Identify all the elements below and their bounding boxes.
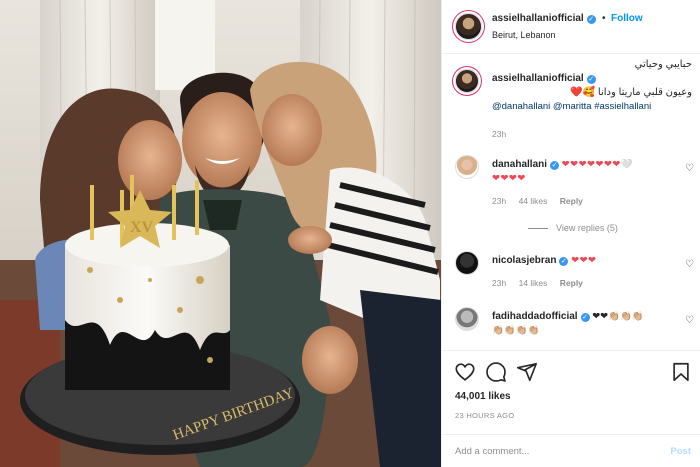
- author-avatar[interactable]: [455, 13, 482, 40]
- comment-likes[interactable]: 44 likes: [519, 196, 548, 206]
- verified-badge-icon: ✓: [559, 257, 569, 266]
- commenter-username[interactable]: fadihaddadofficial ✓: [492, 311, 590, 322]
- verified-badge-icon: ✓: [550, 161, 560, 170]
- comments-list: assielhallaniofficial ✓ حبايبي وحياتي وعي…: [442, 55, 700, 350]
- comment-text: ❤❤❤: [571, 255, 597, 266]
- caption-time[interactable]: 23h: [492, 129, 506, 139]
- post-comment-button[interactable]: Post: [670, 446, 691, 457]
- caption-username-text[interactable]: assielhallaniofficial: [492, 73, 584, 84]
- reply-button[interactable]: Reply: [560, 278, 583, 288]
- commenter-username-text[interactable]: danahallani: [492, 159, 547, 170]
- commenter-username[interactable]: nicolasjebran ✓: [492, 255, 569, 266]
- post-side-panel: assielhallaniofficial ✓ • Follow Beirut, …: [441, 0, 700, 467]
- location-link[interactable]: Beirut, Lebanon: [492, 30, 556, 40]
- add-comment-bar: Add a comment... Post: [442, 434, 700, 467]
- comment-time[interactable]: 23h: [492, 278, 506, 288]
- post-timestamp[interactable]: 23 HOURS AGO: [455, 411, 514, 420]
- commenter-username-text[interactable]: fadihaddadofficial: [492, 311, 578, 322]
- comment-meta: 23h 44 likes Reply: [492, 196, 593, 206]
- comment-text-line-2: ❤❤❤❤: [492, 173, 526, 184]
- commenter-avatar[interactable]: [455, 251, 479, 275]
- post-header: assielhallaniofficial ✓ • Follow Beirut, …: [442, 0, 700, 54]
- comment-time[interactable]: 23h: [492, 196, 506, 206]
- birthday-photo: XV HAPPY BIRTHDAY: [0, 0, 441, 467]
- likes-count[interactable]: 44,001 likes: [455, 391, 511, 402]
- post-actions: 44,001 likes 23 HOURS AGO Add a comment.…: [442, 350, 700, 467]
- view-replies-link[interactable]: View replies (5): [528, 223, 618, 233]
- post-photo[interactable]: XV HAPPY BIRTHDAY: [0, 0, 441, 467]
- instagram-post: XV HAPPY BIRTHDAY assielhallaniofficial ✓…: [0, 0, 700, 467]
- comment-likes[interactable]: 14 likes: [519, 278, 548, 288]
- commenter-avatar[interactable]: [455, 155, 479, 179]
- commenter-avatar[interactable]: [455, 307, 479, 331]
- verified-badge-icon: ✓: [580, 313, 590, 322]
- commenter-username[interactable]: danahallani ✓: [492, 159, 560, 170]
- commenter-username-text[interactable]: nicolasjebran: [492, 255, 556, 266]
- separator-dot: •: [602, 13, 606, 24]
- author-username-text[interactable]: assielhallaniofficial: [492, 13, 584, 24]
- verified-badge-icon: ✓: [586, 75, 596, 84]
- comment-text: ❤❤👏🏼👏🏼👏🏼: [592, 311, 644, 322]
- caption-meta: 23h: [492, 129, 516, 139]
- author-username[interactable]: assielhallaniofficial ✓: [492, 13, 596, 24]
- comment-text: ❤❤❤❤❤❤❤🤍: [561, 159, 634, 170]
- comment-meta: 23h 14 likes Reply: [492, 278, 593, 288]
- caption-line-2: وعيون قلبي ماريتا ودانا 🥰❤️: [570, 87, 692, 98]
- add-comment-input[interactable]: Add a comment...: [455, 446, 529, 457]
- like-comment-heart-icon[interactable]: ♡: [685, 259, 695, 270]
- comment-text-line-2: 👏🏼👏🏼👏🏼👏🏼: [492, 325, 540, 336]
- reply-button[interactable]: Reply: [560, 196, 583, 206]
- caption-avatar[interactable]: [455, 69, 479, 93]
- like-heart-icon[interactable]: [454, 361, 476, 383]
- caption-mentions[interactable]: @danahallani @maritta #assielhallani: [492, 100, 692, 114]
- caption-line-1: حبايبي وحياتي: [634, 59, 692, 70]
- follow-button[interactable]: Follow: [611, 13, 643, 24]
- like-comment-heart-icon[interactable]: ♡: [685, 163, 695, 174]
- caption-username[interactable]: assielhallaniofficial ✓: [492, 73, 596, 84]
- verified-badge-icon: ✓: [586, 15, 596, 24]
- like-comment-heart-icon[interactable]: ♡: [685, 315, 695, 326]
- cake-topper-text: XV: [130, 219, 154, 236]
- share-send-icon[interactable]: [516, 361, 538, 383]
- bookmark-save-icon[interactable]: [670, 361, 692, 383]
- comment-bubble-icon[interactable]: [485, 361, 507, 383]
